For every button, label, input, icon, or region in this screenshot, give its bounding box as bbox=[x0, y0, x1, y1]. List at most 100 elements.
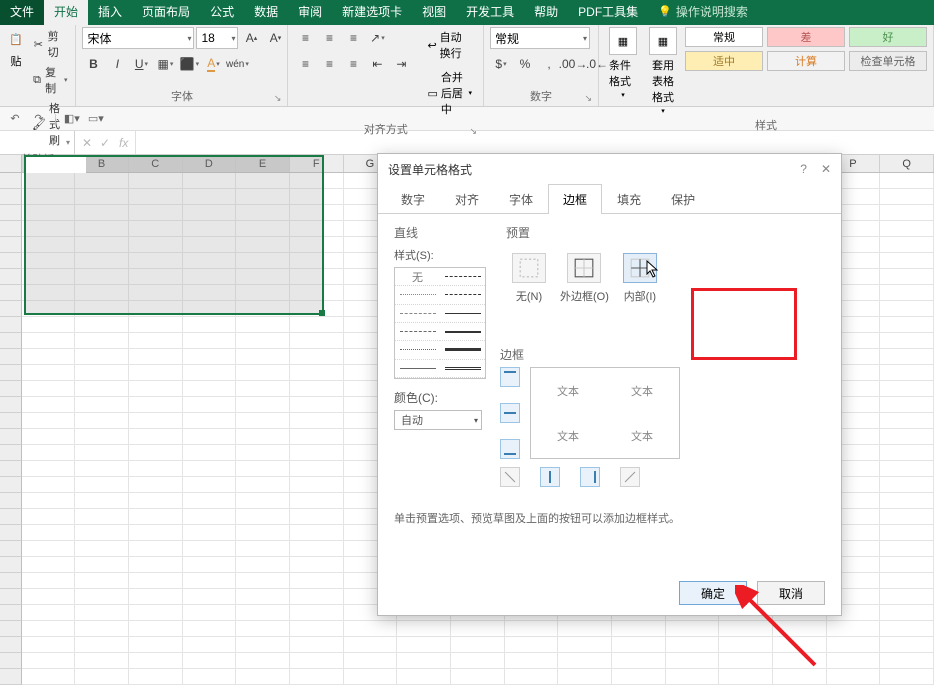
cell[interactable] bbox=[22, 365, 76, 381]
cell[interactable] bbox=[183, 589, 237, 605]
font-name-combo[interactable]: 宋体▾ bbox=[82, 27, 194, 49]
cell[interactable] bbox=[75, 397, 129, 413]
cell[interactable] bbox=[290, 637, 344, 653]
row-header[interactable] bbox=[0, 253, 22, 269]
merge-center-button[interactable]: ▭合并后居中▾ bbox=[422, 67, 477, 119]
indent-increase-button[interactable]: ⇥ bbox=[390, 53, 412, 75]
row-header[interactable] bbox=[0, 445, 22, 461]
cell[interactable] bbox=[236, 525, 290, 541]
style-swatch[interactable] bbox=[395, 323, 440, 341]
cell[interactable] bbox=[880, 333, 934, 349]
tab-home[interactable]: 开始 bbox=[44, 0, 88, 25]
cell[interactable] bbox=[22, 413, 76, 429]
cell[interactable] bbox=[75, 589, 129, 605]
border-hmid-button[interactable] bbox=[500, 403, 520, 423]
style-swatch[interactable] bbox=[440, 360, 485, 378]
cell[interactable] bbox=[75, 509, 129, 525]
wrap-text-button[interactable]: ↩自动换行 bbox=[422, 27, 477, 63]
cell[interactable] bbox=[236, 621, 290, 637]
cell[interactable] bbox=[290, 669, 344, 685]
cell[interactable] bbox=[129, 397, 183, 413]
cell[interactable] bbox=[22, 445, 76, 461]
cell[interactable] bbox=[236, 605, 290, 621]
row-header[interactable] bbox=[0, 173, 22, 189]
cell[interactable] bbox=[75, 525, 129, 541]
cell[interactable] bbox=[22, 541, 76, 557]
cell[interactable] bbox=[880, 573, 934, 589]
cell[interactable] bbox=[827, 669, 881, 685]
cell[interactable] bbox=[880, 397, 934, 413]
preset-inside[interactable]: 内部(I) bbox=[623, 253, 657, 304]
cell[interactable] bbox=[183, 557, 237, 573]
indent-decrease-button[interactable]: ⇤ bbox=[366, 53, 388, 75]
border-preview[interactable]: 文本 文本 文本 文本 bbox=[530, 367, 680, 459]
cell[interactable] bbox=[344, 637, 398, 653]
cell[interactable] bbox=[290, 541, 344, 557]
row-header[interactable] bbox=[0, 573, 22, 589]
cell[interactable] bbox=[183, 461, 237, 477]
underline-button[interactable]: U▾ bbox=[130, 53, 152, 75]
cell[interactable] bbox=[880, 493, 934, 509]
border-right-button[interactable] bbox=[580, 467, 600, 487]
style-swatch[interactable] bbox=[395, 286, 440, 304]
cell[interactable] bbox=[183, 429, 237, 445]
cell[interactable] bbox=[236, 573, 290, 589]
cell[interactable] bbox=[880, 349, 934, 365]
ok-button[interactable]: 确定 bbox=[679, 581, 747, 605]
tab-help[interactable]: 帮助 bbox=[524, 0, 568, 25]
row-header[interactable] bbox=[0, 349, 22, 365]
cell[interactable] bbox=[827, 653, 881, 669]
cell[interactable] bbox=[558, 653, 612, 669]
row-header[interactable] bbox=[0, 637, 22, 653]
row-header[interactable] bbox=[0, 557, 22, 573]
cell[interactable] bbox=[75, 413, 129, 429]
cell[interactable] bbox=[290, 605, 344, 621]
border-top-button[interactable] bbox=[500, 367, 520, 387]
cell[interactable] bbox=[880, 509, 934, 525]
cell[interactable] bbox=[129, 621, 183, 637]
border-diag-up-button[interactable] bbox=[620, 467, 640, 487]
style-swatch[interactable] bbox=[395, 360, 440, 378]
cell[interactable] bbox=[236, 381, 290, 397]
cut-button[interactable]: ✂剪切 bbox=[30, 27, 69, 61]
row-header[interactable] bbox=[0, 333, 22, 349]
border-vmid-button[interactable] bbox=[540, 467, 560, 487]
cell[interactable] bbox=[236, 429, 290, 445]
dlg-tab-font[interactable]: 字体 bbox=[494, 184, 548, 214]
cell[interactable] bbox=[290, 317, 344, 333]
cell[interactable] bbox=[183, 317, 237, 333]
cell[interactable] bbox=[505, 621, 559, 637]
cell[interactable] bbox=[236, 365, 290, 381]
cell[interactable] bbox=[129, 429, 183, 445]
cell[interactable] bbox=[183, 573, 237, 589]
cell[interactable] bbox=[22, 349, 76, 365]
increase-decimal-button[interactable]: .00→ bbox=[562, 53, 584, 75]
cell[interactable] bbox=[183, 381, 237, 397]
cell[interactable] bbox=[451, 637, 505, 653]
tab-file[interactable]: 文件 bbox=[0, 0, 44, 25]
dialog-help-icon[interactable]: ? bbox=[800, 162, 807, 176]
row-header[interactable] bbox=[0, 237, 22, 253]
cancel-button[interactable]: 取消 bbox=[757, 581, 825, 605]
align-left-button[interactable]: ≡ bbox=[294, 53, 316, 75]
accounting-button[interactable]: $▾ bbox=[490, 53, 512, 75]
cell[interactable] bbox=[290, 509, 344, 525]
row-header[interactable] bbox=[0, 317, 22, 333]
cell[interactable] bbox=[22, 333, 76, 349]
cell[interactable] bbox=[880, 253, 934, 269]
cell[interactable] bbox=[236, 317, 290, 333]
align-bottom-button[interactable]: ≡ bbox=[342, 27, 364, 49]
cell[interactable] bbox=[22, 493, 76, 509]
cell[interactable] bbox=[290, 493, 344, 509]
cell[interactable] bbox=[880, 269, 934, 285]
cell[interactable] bbox=[773, 669, 827, 685]
cell[interactable] bbox=[344, 669, 398, 685]
style-swatch[interactable] bbox=[440, 323, 485, 341]
cell[interactable] bbox=[22, 605, 76, 621]
row-header[interactable] bbox=[0, 381, 22, 397]
style-swatch[interactable] bbox=[395, 341, 440, 359]
cell[interactable] bbox=[183, 653, 237, 669]
cell[interactable] bbox=[236, 669, 290, 685]
row-header[interactable] bbox=[0, 669, 22, 685]
cell[interactable] bbox=[880, 237, 934, 253]
